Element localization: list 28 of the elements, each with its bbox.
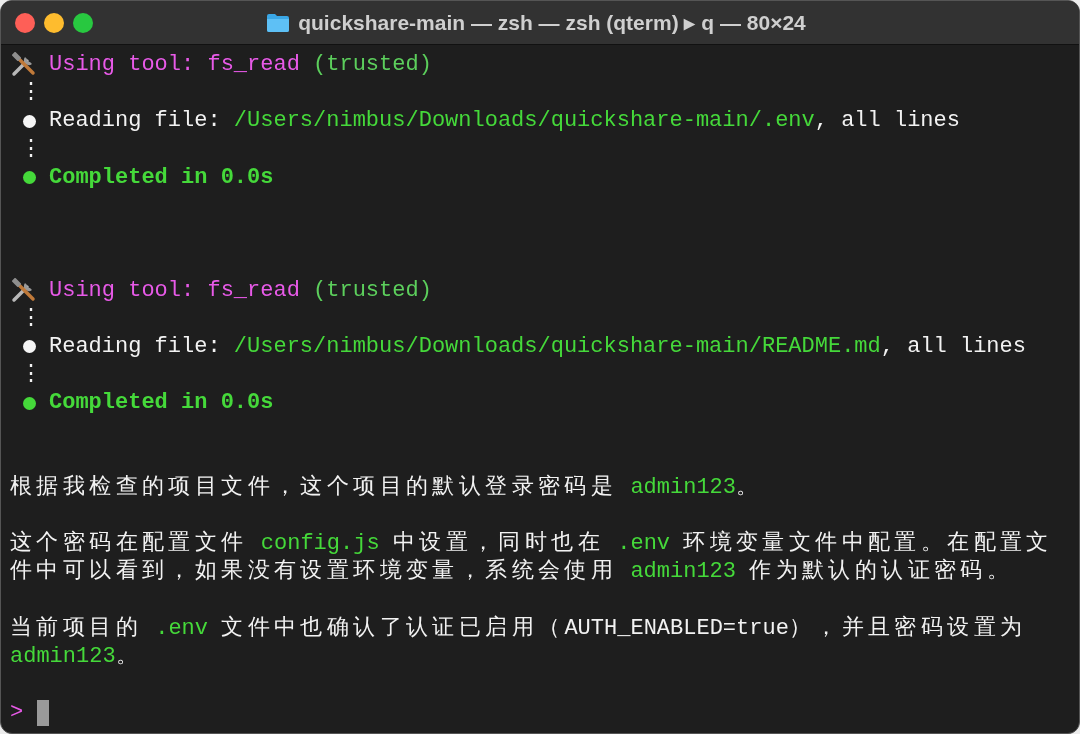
tool-status: Using tool: fs_read (trusted) — [49, 51, 432, 79]
folder-icon — [266, 12, 291, 33]
reading-status: Reading file: /Users/nimbus/Downloads/quickshare-main/README.md, all lines — [49, 332, 1026, 361]
response-text: 当前项目的 .env 文件中也确认了认证已启用（AUTH_ENABLED=true），并且密码设置为 — [10, 614, 1027, 643]
tools-icon — [10, 277, 38, 304]
window-title: quickshare-main — zsh — zsh (qterm) ▸ q — 80×24 — [298, 10, 806, 35]
text-cursor — [37, 700, 50, 727]
response-text: 件中可以看到，如果没有设置环境变量，系统会使用 admin123 作为默认的认证密码。 — [10, 558, 1014, 587]
ellipsis: ⋮ — [19, 361, 42, 390]
response-text: 这个密码在配置文件 config.js 中设置，同时也在 .env 环境变量文件中配置。在配置文 — [10, 530, 1053, 558]
completion-status: Completed in 0.0s — [49, 389, 274, 418]
bullet-icon — [23, 340, 36, 354]
ellipsis: ⋮ — [19, 135, 42, 164]
completion-status: Completed in 0.0s — [49, 163, 274, 192]
prompt-symbol: > — [10, 699, 24, 728]
tools-icon — [10, 52, 38, 79]
bullet-icon — [23, 114, 36, 128]
ellipsis: ⋮ — [19, 304, 42, 333]
bullet-icon — [23, 171, 36, 185]
bullet-icon — [23, 396, 36, 410]
response-text: admin123。 — [10, 642, 143, 671]
ellipsis: ⋮ — [19, 79, 42, 108]
zoom-button[interactable] — [73, 12, 93, 33]
tool-status: Using tool: fs_read (trusted) — [49, 276, 432, 305]
close-button[interactable] — [15, 12, 35, 33]
response-text: 根据我检查的项目文件，这个项目的默认登录密码是 admin123。 — [10, 473, 763, 502]
reading-status: Reading file: /Users/nimbus/Downloads/quickshare-main/.env, all lines — [49, 107, 960, 136]
minimize-button[interactable] — [44, 12, 64, 33]
